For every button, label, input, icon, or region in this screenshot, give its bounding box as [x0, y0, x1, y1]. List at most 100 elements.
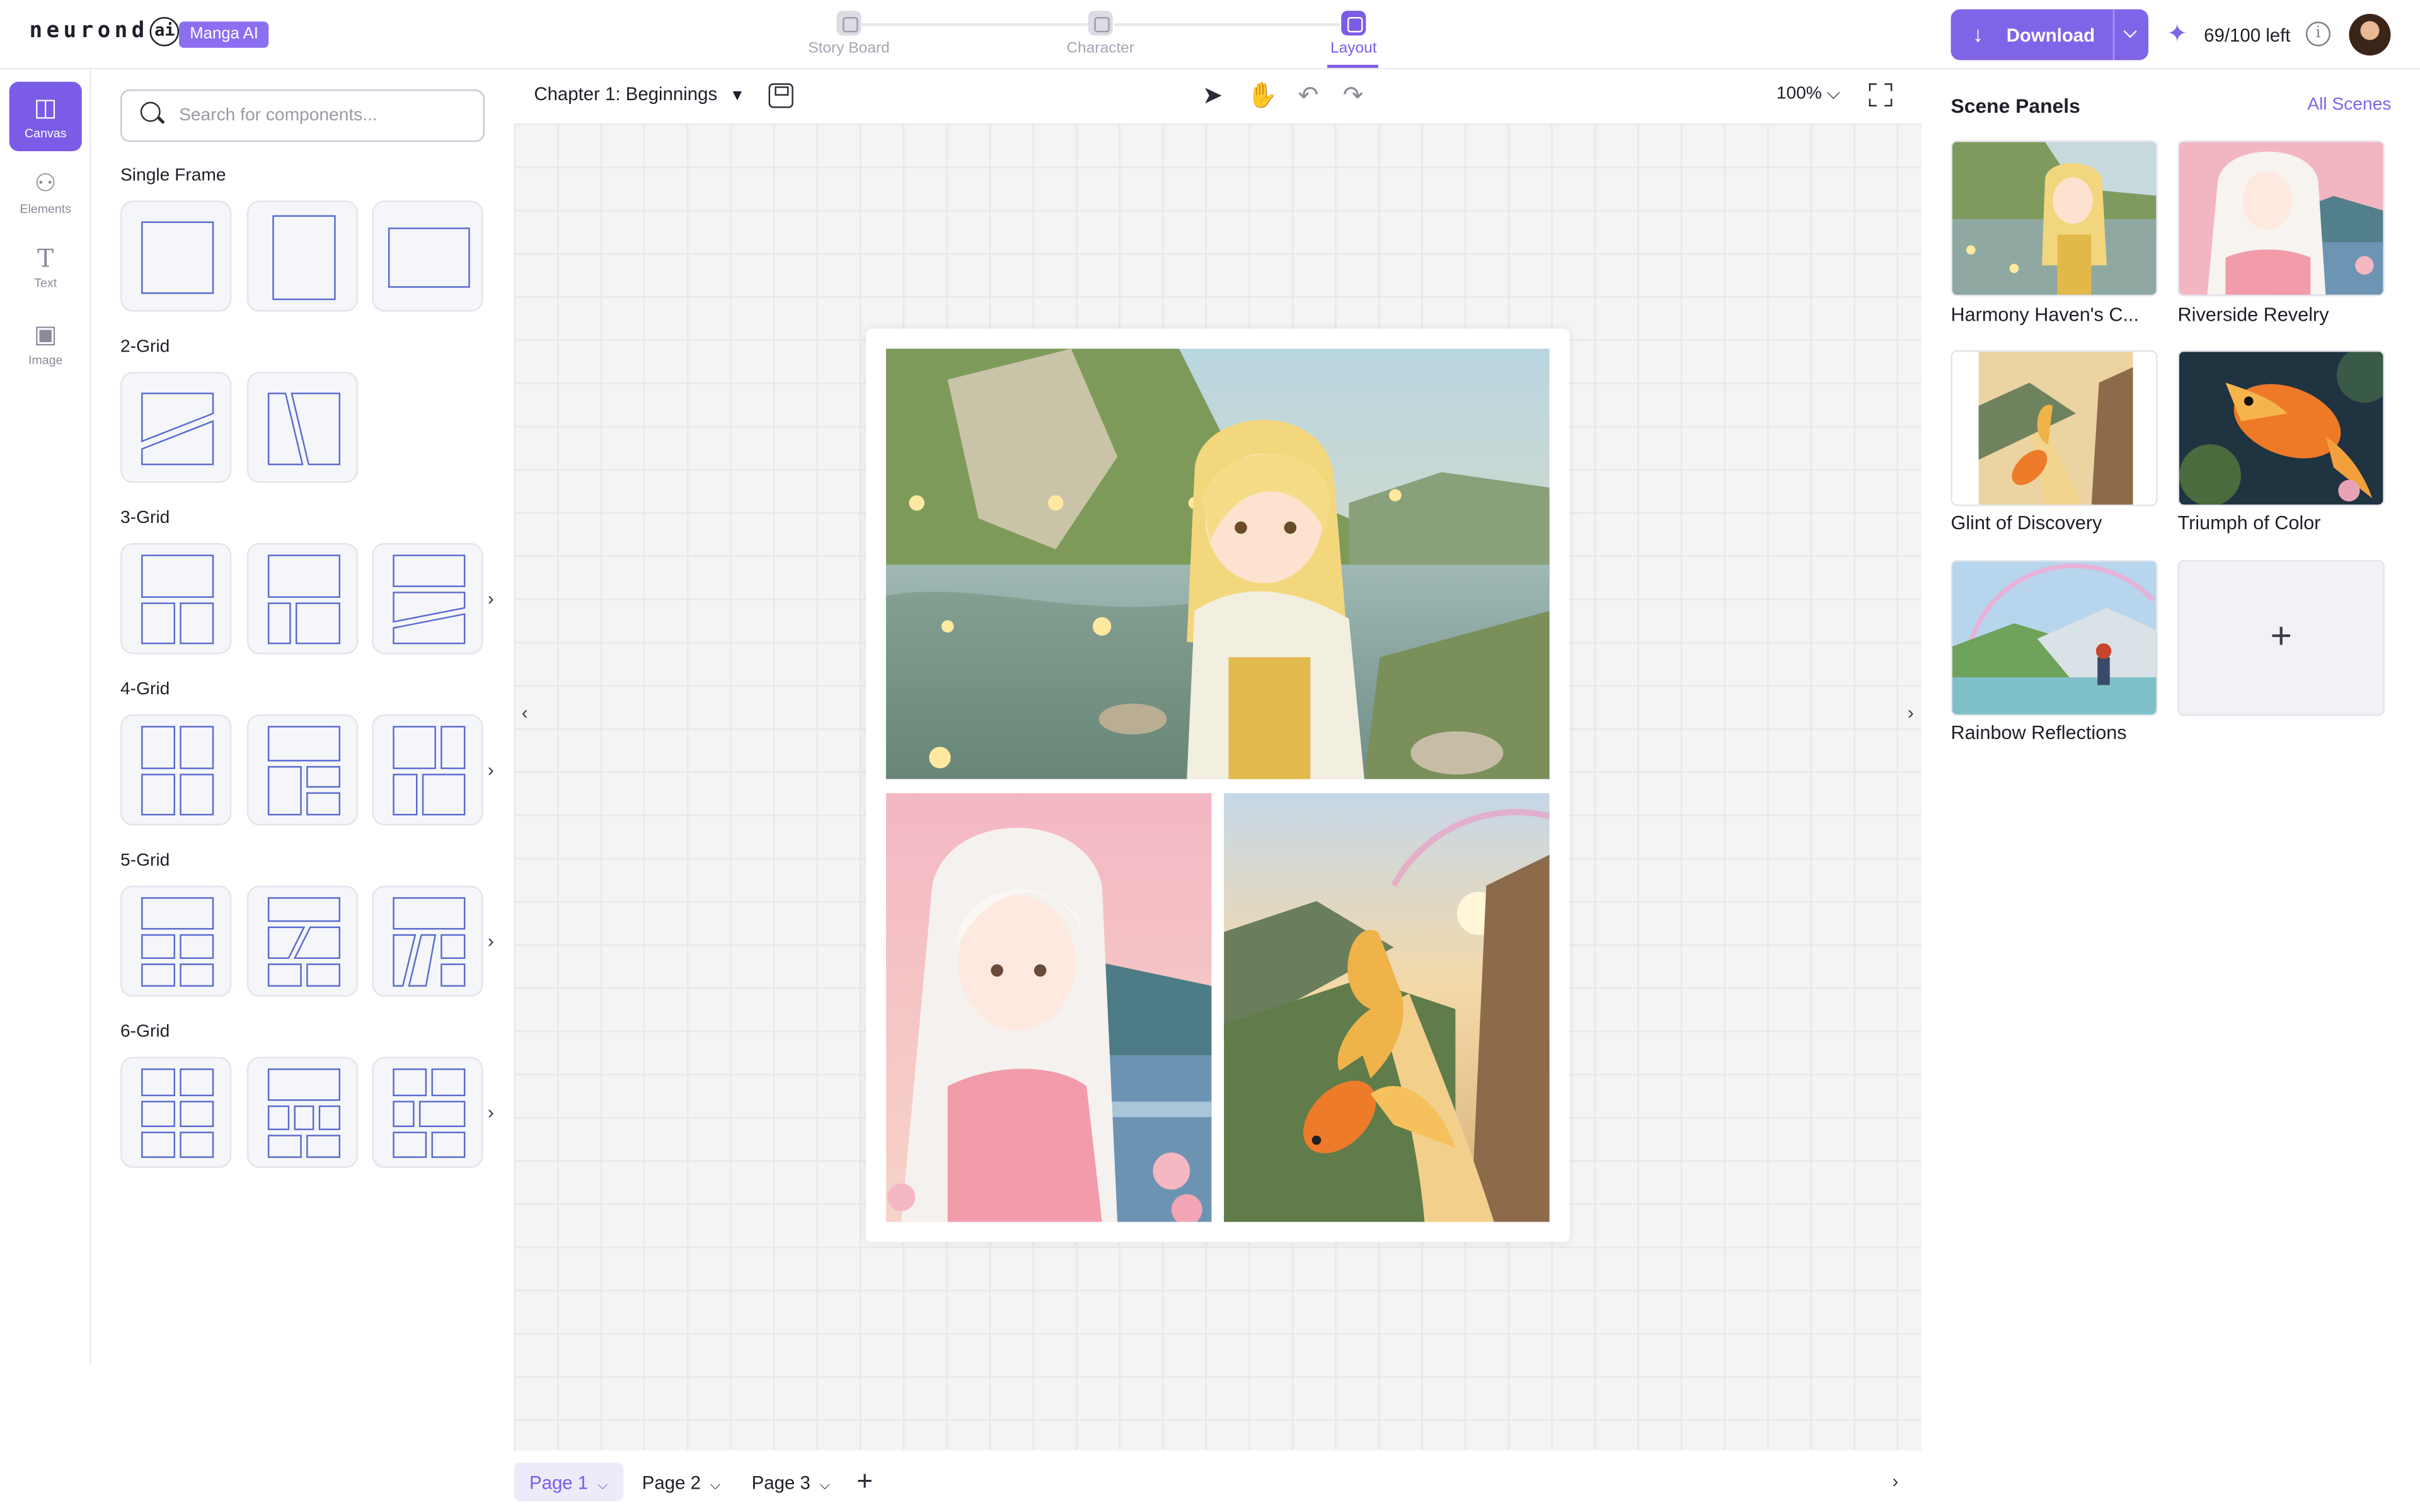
shapes-icon: ⚇	[34, 171, 57, 198]
layout-icon	[1341, 11, 1366, 36]
plus-icon: +	[2270, 616, 2292, 658]
rail-label: Text	[34, 276, 57, 290]
page-tab-label: Page 2	[642, 1472, 701, 1494]
layout-3grid-c[interactable]	[372, 543, 483, 655]
comic-panel-2[interactable]	[885, 793, 1212, 1222]
add-page-button[interactable]: +	[856, 1466, 873, 1498]
user-avatar[interactable]	[2349, 14, 2391, 56]
logo-ai-mark: ai	[150, 16, 180, 47]
download-button[interactable]: ↓ Download ⌵	[1950, 9, 2149, 60]
layout-4grid-b[interactable]	[246, 714, 359, 826]
scene-thumbnail[interactable]	[2177, 350, 2385, 507]
sparkle-icon: ✦	[2167, 21, 2188, 48]
scene-thumbnail[interactable]	[1950, 140, 2158, 297]
layout-3grid-a[interactable]	[120, 543, 232, 655]
rail-item-image[interactable]: ▣ Image	[9, 309, 82, 378]
layout-5grid-c[interactable]	[372, 885, 483, 997]
step-character[interactable]: Character	[1039, 8, 1162, 57]
all-scenes-link[interactable]: All Scenes	[2307, 96, 2391, 114]
chevron-down-icon[interactable]: ⌵	[2124, 23, 2136, 43]
scene-title: Riverside Revelry	[2177, 304, 2329, 326]
component-search-input[interactable]: Search for components...	[120, 89, 485, 142]
layout-3grid-b[interactable]	[246, 543, 359, 655]
download-label: Download	[2006, 25, 2095, 47]
step-story-board[interactable]: Story Board	[787, 8, 911, 57]
page-tab-1[interactable]: Page 1 ⌵	[514, 1462, 624, 1501]
layout-6grid-a[interactable]	[120, 1057, 232, 1168]
rail-item-elements[interactable]: ⚇ Elements	[9, 158, 82, 227]
chevron-right-icon[interactable]: ›	[488, 931, 494, 952]
chevron-down-icon[interactable]: ⌵	[710, 1477, 721, 1492]
comic-panel-3[interactable]	[1224, 793, 1550, 1222]
section-title: 5-Grid	[120, 851, 170, 871]
rail-label: Elements	[20, 202, 72, 216]
page-tab-label: Page 3	[751, 1472, 810, 1494]
page-tab-2[interactable]: Page 2 ⌵	[626, 1463, 736, 1501]
layout-6grid-b[interactable]	[246, 1057, 359, 1168]
scene-title: Harmony Haven's C...	[1950, 304, 2140, 326]
info-icon[interactable]: i	[2305, 21, 2331, 47]
chevron-right-icon[interactable]: ›	[488, 1102, 494, 1123]
scene-title: Triumph of Color	[2177, 512, 2321, 534]
divider	[2112, 9, 2115, 60]
collapse-left-icon[interactable]: ‹	[514, 702, 536, 733]
page-tab-3[interactable]: Page 3 ⌵	[736, 1463, 846, 1501]
comic-panel-1[interactable]	[885, 348, 1550, 779]
scene-thumbnail[interactable]	[2177, 140, 2385, 297]
hand-tool-icon[interactable]: ✋	[1247, 80, 1278, 111]
layout-single-square[interactable]	[120, 200, 232, 312]
storyboard-icon	[836, 11, 861, 36]
character-icon	[1088, 11, 1113, 36]
section-title: 4-Grid	[120, 680, 170, 699]
app-logo[interactable]: neurond ai	[30, 16, 180, 47]
product-badge: Manga AI	[179, 21, 270, 48]
chevron-right-icon[interactable]: ›	[1892, 1470, 1898, 1492]
image-icon: ▣	[33, 322, 57, 349]
chevron-down-icon[interactable]: ⌵	[820, 1477, 831, 1492]
layout-4grid-a[interactable]	[120, 714, 232, 826]
rail-item-canvas[interactable]: ◫ Canvas	[9, 81, 82, 152]
search-icon	[140, 101, 161, 122]
scene-thumbnail[interactable]	[1950, 559, 2158, 716]
add-scene-button[interactable]: +	[2177, 559, 2385, 716]
layout-5grid-a[interactable]	[120, 885, 232, 997]
redo-icon[interactable]: ↷	[1343, 80, 1364, 111]
scene-title: Rainbow Reflections	[1950, 722, 2127, 744]
undo-icon[interactable]: ↶	[1298, 80, 1319, 111]
page-tab-label: Page 1	[529, 1472, 589, 1494]
chevron-down-icon[interactable]: ⌵	[597, 1477, 608, 1492]
scene-title: Glint of Discovery	[1950, 512, 2102, 534]
layout-2grid-slanted[interactable]	[246, 372, 359, 483]
layout-2grid-diagonal[interactable]	[120, 372, 232, 483]
step-layout[interactable]: Layout	[1292, 8, 1415, 57]
layout-6grid-c[interactable]	[372, 1057, 483, 1168]
section-title: 2-Grid	[120, 338, 170, 357]
section-title: 3-Grid	[120, 509, 170, 528]
layout-single-landscape[interactable]	[372, 200, 483, 312]
rail-label: Image	[28, 353, 63, 367]
scene-thumbnail[interactable]	[1950, 350, 2158, 507]
caret-down-icon: ▼	[729, 88, 746, 105]
collapse-right-icon[interactable]: ›	[1900, 702, 1922, 733]
active-step-underline	[1327, 64, 1378, 68]
chevron-right-icon[interactable]: ›	[488, 759, 494, 781]
step-label: Story Board	[808, 40, 890, 57]
chapter-selector[interactable]: Chapter 1: Beginnings ▼	[534, 83, 745, 105]
layout-single-portrait[interactable]	[246, 200, 359, 312]
credits-remaining: 69/100 left	[2204, 25, 2291, 47]
layout-4grid-c[interactable]	[372, 714, 483, 826]
section-title: Single Frame	[120, 166, 226, 185]
chevron-right-icon[interactable]: ›	[488, 588, 494, 609]
zoom-value: 100%	[1776, 84, 1822, 104]
scene-panels-title: Scene Panels	[1950, 94, 2080, 118]
layout-5grid-b[interactable]	[246, 885, 359, 997]
search-placeholder: Search for components...	[179, 106, 377, 125]
download-icon: ↓	[1972, 21, 1983, 47]
save-icon[interactable]	[768, 83, 793, 108]
fullscreen-icon[interactable]	[1869, 83, 1893, 106]
rail-item-text[interactable]: T Text	[9, 233, 82, 302]
chapter-label: Chapter 1: Beginnings	[534, 83, 718, 105]
pointer-tool-icon[interactable]: ➤	[1202, 80, 1223, 111]
step-label: Layout	[1330, 40, 1377, 57]
zoom-selector[interactable]: 100% ⌵	[1777, 85, 1840, 105]
